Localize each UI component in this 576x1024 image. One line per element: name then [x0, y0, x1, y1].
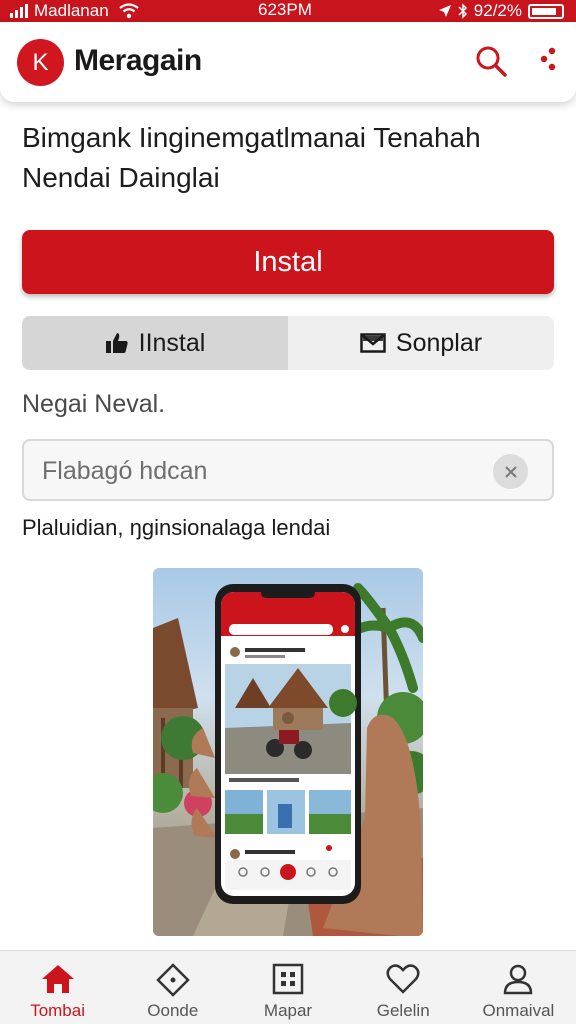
hero-image	[153, 568, 423, 936]
home-icon	[41, 965, 74, 993]
thumbs-up-icon	[105, 333, 128, 353]
section-subtitle: Negai Neval.	[22, 390, 166, 418]
heart-icon	[386, 964, 420, 994]
status-left: Madlanan	[10, 1, 139, 21]
status-bar: Madlanan 623PM 92/2%	[0, 0, 576, 22]
nav-label-tombai: Tombai	[30, 1001, 85, 1020]
diamond-icon	[156, 963, 190, 997]
nav-item-gelelin[interactable]: Gelelin	[346, 951, 461, 1024]
hero-illustration	[153, 583, 423, 936]
nav-item-oonde[interactable]: Oonde	[115, 951, 230, 1024]
nav-item-tombai[interactable]: Tombai	[0, 951, 115, 1024]
tab-install-label: IInstal	[138, 328, 206, 357]
nav-item-onmaival[interactable]: Onmaival	[461, 951, 576, 1024]
search-icon[interactable]	[474, 44, 508, 78]
nav-label-mapar: Mapar	[263, 1001, 313, 1020]
grid-icon	[272, 963, 304, 995]
battery-percent: 92/2%	[473, 1, 522, 20]
install-button-label: Instal	[253, 245, 323, 278]
segmented-control: IInstal Sonplar	[22, 316, 554, 370]
nav-item-mapar[interactable]: Mapar	[230, 951, 345, 1024]
signal-icon	[10, 4, 28, 18]
app-bar: K Meragain	[0, 22, 576, 102]
app-title: Meragain	[74, 44, 202, 77]
bottom-nav: Tombai Oonde Mapar Gelelin Onmaival	[0, 950, 576, 1024]
search-field	[22, 439, 554, 501]
search-input[interactable]	[42, 453, 482, 489]
person-icon	[504, 964, 533, 995]
nav-label-gelelin: Gelelin	[376, 1001, 430, 1020]
more-icon[interactable]	[535, 44, 559, 78]
status-right: 92/2%	[438, 1, 564, 21]
battery-icon	[528, 3, 564, 19]
tab-sonplar[interactable]: Sonplar	[288, 316, 554, 370]
tab-install[interactable]: IInstal	[22, 316, 288, 370]
bluetooth-icon	[458, 3, 467, 19]
logo-letter: K	[32, 48, 49, 76]
mail-icon	[360, 333, 386, 353]
nav-label-onmaival: Onmaival	[482, 1001, 555, 1020]
app-logo: K	[17, 39, 64, 86]
location-icon	[438, 5, 451, 17]
wifi-icon	[118, 3, 139, 19]
tab-sonplar-label: Sonplar	[395, 328, 483, 357]
image-caption: Plaluidian, ŋginsionalaga lendai	[22, 515, 331, 540]
install-button[interactable]: Instal	[22, 230, 554, 294]
status-time: 623PM	[258, 0, 312, 19]
nav-label-oonde: Oonde	[147, 1001, 199, 1020]
page-headline: Bimgank Iinginemgatlmanai Tenahah Nendai…	[22, 122, 481, 193]
clear-search-button[interactable]	[493, 454, 528, 489]
close-icon	[504, 465, 517, 478]
carrier-label: Madlanan	[34, 1, 109, 20]
